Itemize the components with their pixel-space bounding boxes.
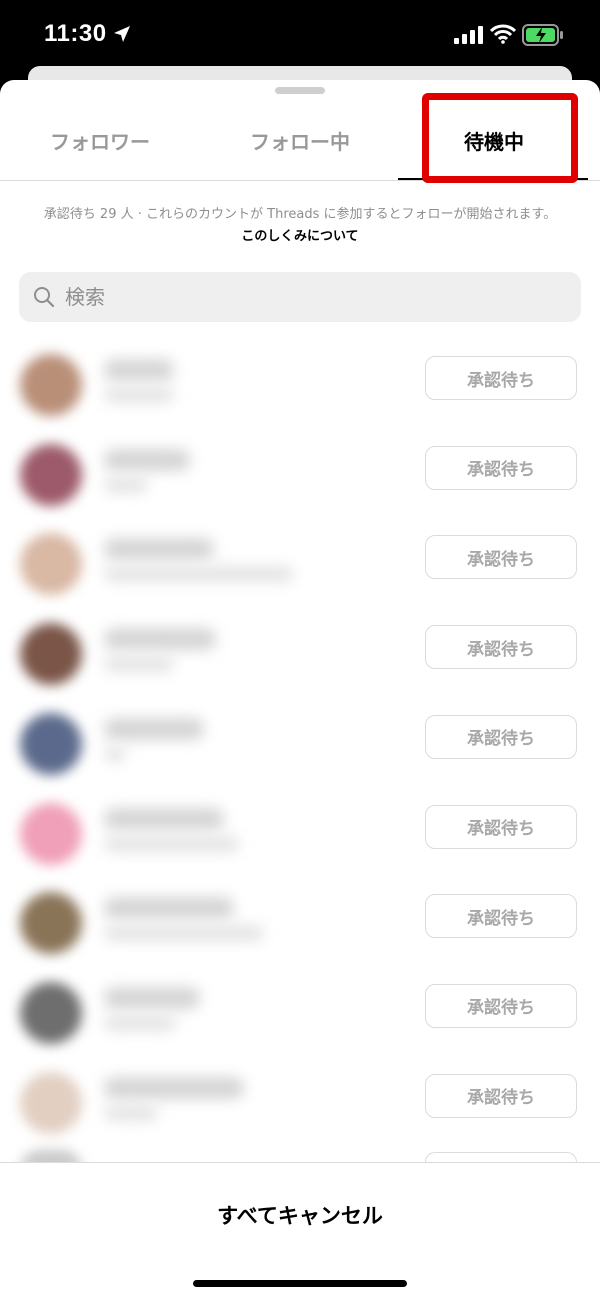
pending-request-button[interactable]: 承認待ち — [425, 445, 577, 490]
pending-request-button[interactable]: 承認待ち — [425, 1073, 577, 1118]
footer: すべてキャンセル — [0, 1162, 600, 1298]
avatar[interactable] — [20, 354, 82, 416]
avatar[interactable] — [20, 443, 82, 506]
username-blurred[interactable] — [104, 986, 200, 1009]
pending-info-text: 承認待ち 29 人 · これらのカウントが Threads に参加するとフォロー… — [43, 207, 557, 222]
pending-request-button[interactable]: 承認待ち — [425, 625, 577, 670]
list-item: 承認待ち — [0, 518, 600, 608]
username-blurred[interactable] — [104, 717, 204, 740]
username-blurred[interactable] — [104, 359, 174, 381]
pending-info: 承認待ち 29 人 · これらのカウントが Threads に参加するとフォロー… — [40, 204, 560, 248]
fullname-blurred — [104, 476, 148, 493]
how-it-works-link[interactable]: このしくみについて — [241, 229, 358, 244]
list-item: 承認待ち — [0, 608, 600, 698]
sheet-grabber[interactable] — [275, 87, 325, 94]
avatar[interactable] — [20, 981, 82, 1044]
pending-request-button[interactable]: 承認待ち — [425, 983, 577, 1028]
list-item: 承認待ち — [0, 788, 600, 878]
wifi-icon — [490, 24, 516, 44]
cancel-all-button[interactable]: すべてキャンセル — [0, 1163, 600, 1267]
list-item: 承認待ち — [0, 429, 600, 519]
search-input[interactable] — [65, 272, 545, 322]
username-blurred[interactable] — [104, 628, 216, 651]
avatar[interactable] — [20, 1071, 82, 1134]
cellular-signal-icon — [454, 26, 483, 44]
pending-sheet: フォロワー フォロー中 待機中 承認待ち 29 人 · これらのカウントが Th… — [0, 80, 600, 1298]
search-icon — [34, 287, 55, 308]
fullname-blurred — [104, 566, 294, 583]
fullname-blurred — [104, 656, 174, 673]
list-item: 承認待ち — [0, 967, 600, 1057]
avatar[interactable] — [20, 533, 82, 596]
search-bar[interactable] — [19, 272, 581, 322]
tab-followers[interactable]: フォロワー — [0, 100, 200, 180]
username-blurred[interactable] — [104, 897, 234, 920]
pending-request-button[interactable]: 承認待ち — [425, 535, 577, 580]
username-blurred[interactable] — [104, 1076, 244, 1099]
fullname-blurred — [104, 1104, 158, 1121]
username-blurred[interactable] — [104, 807, 224, 830]
list-item: 承認待ち — [0, 339, 600, 429]
pending-request-button[interactable]: 承認待ち — [425, 804, 577, 849]
status-time: 11:30 — [44, 20, 107, 47]
avatar[interactable] — [20, 623, 82, 686]
tab-following[interactable]: フォロー中 — [200, 100, 400, 180]
fullname-blurred — [104, 835, 239, 852]
username-blurred[interactable] — [104, 448, 190, 471]
fullname-blurred — [104, 387, 174, 403]
pending-request-button[interactable]: 承認待ち — [425, 894, 577, 939]
pending-request-button[interactable]: 承認待ち — [425, 714, 577, 759]
location-arrow-icon — [114, 26, 130, 42]
highlight-annotation — [422, 93, 578, 183]
list-item: 承認待ち — [0, 698, 600, 788]
pending-request-button[interactable]: 承認待ち — [425, 356, 577, 400]
avatar[interactable] — [20, 892, 82, 955]
home-indicator[interactable] — [193, 1280, 407, 1287]
status-bar: 11:30 — [0, 0, 600, 66]
fullname-blurred — [104, 1014, 176, 1031]
username-blurred[interactable] — [104, 538, 214, 561]
fullname-blurred — [104, 745, 126, 762]
avatar[interactable] — [20, 712, 82, 775]
avatar[interactable] — [20, 802, 82, 865]
fullname-blurred — [104, 925, 264, 942]
battery-charging-icon — [522, 24, 563, 46]
list-item: 承認待ち — [0, 877, 600, 967]
list-item: 承認待ち — [0, 1057, 600, 1147]
